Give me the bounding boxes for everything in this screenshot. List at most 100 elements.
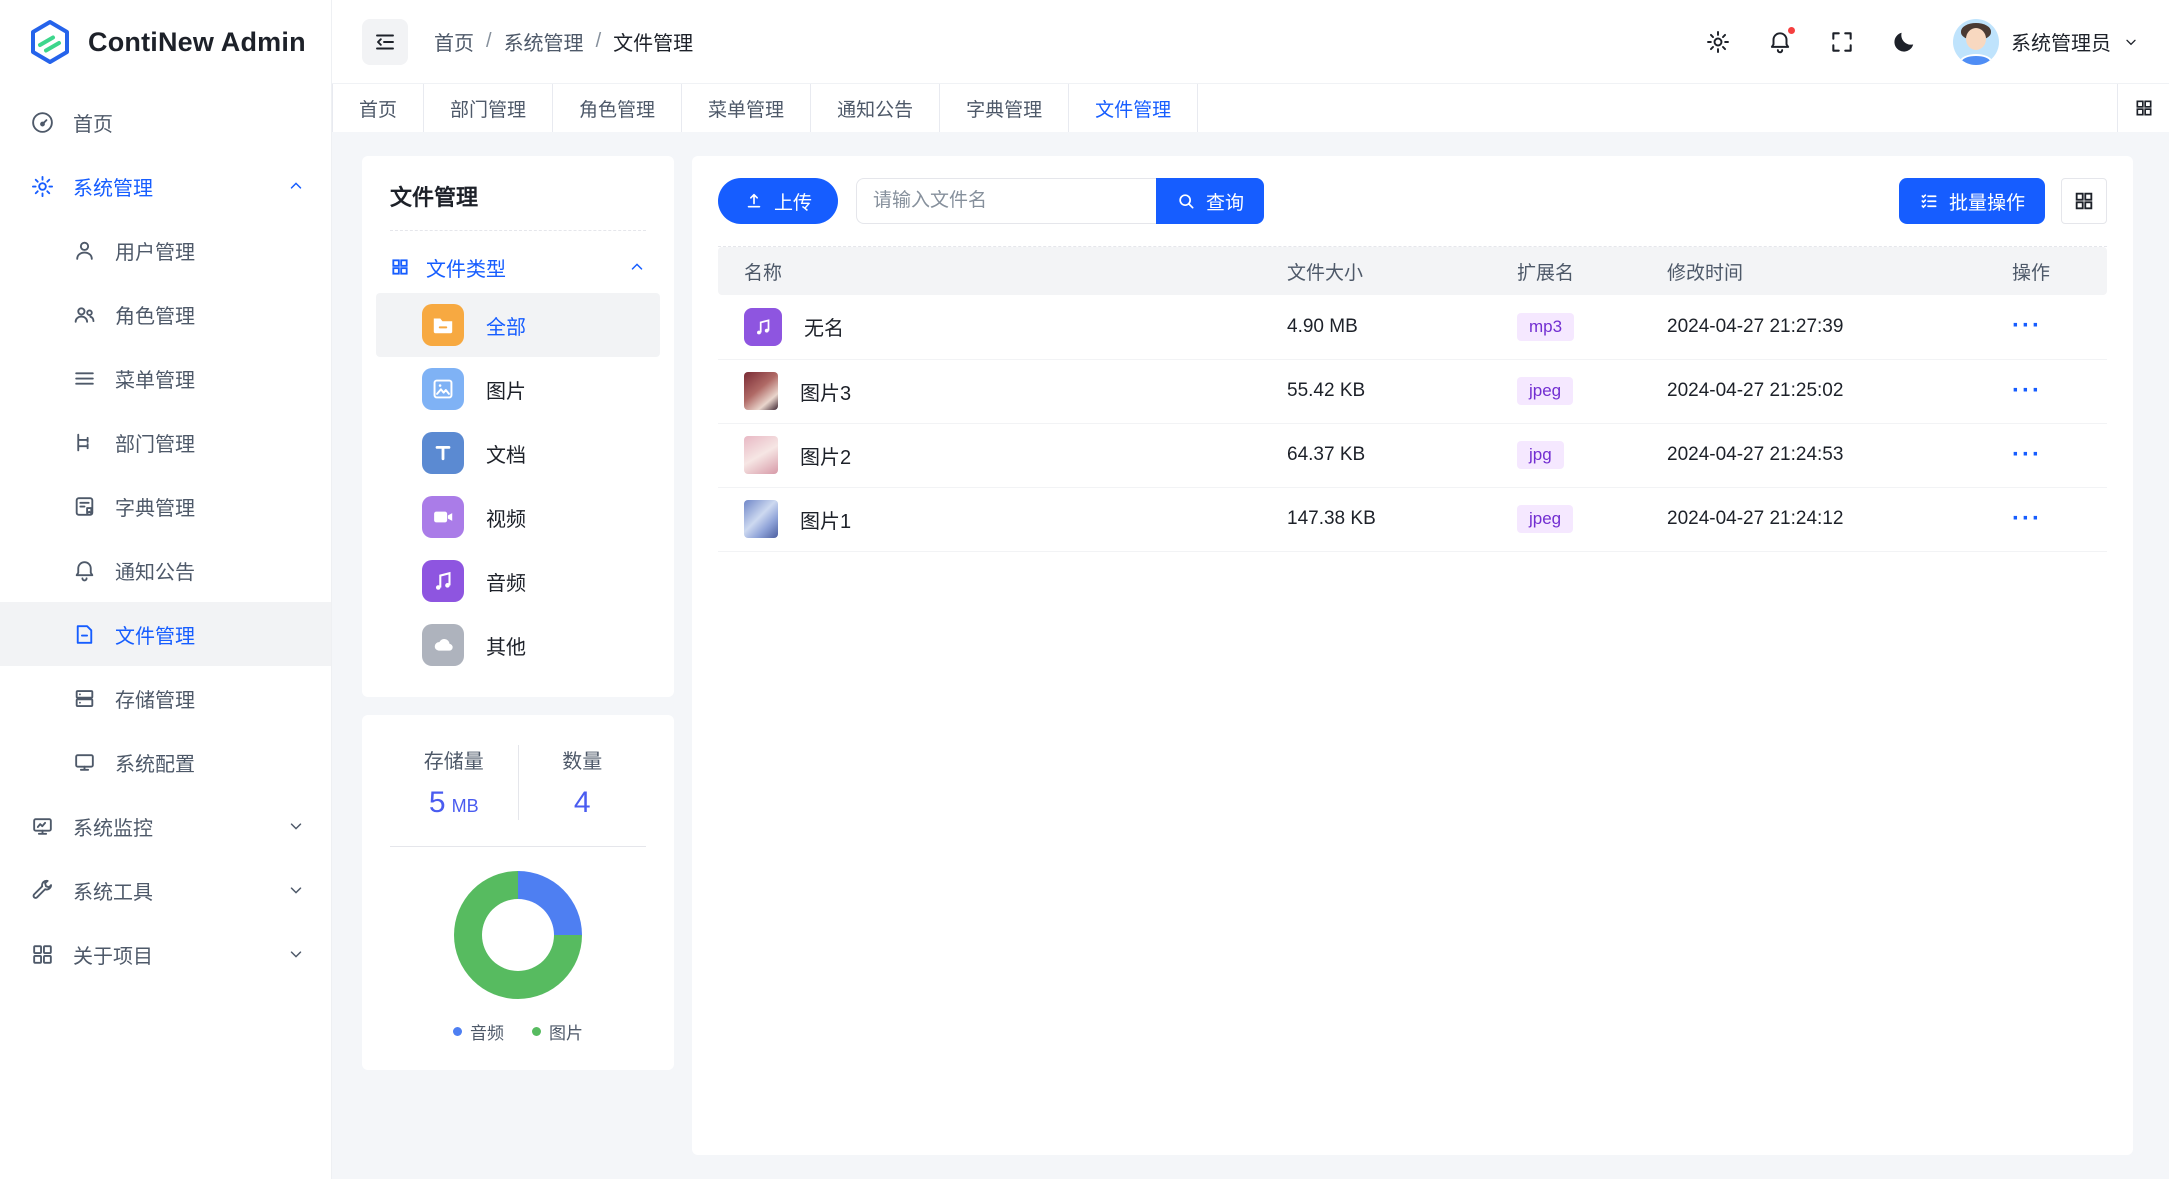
- file-modified: 2024-04-27 21:27:39: [1657, 295, 2002, 359]
- tab-role-mgmt[interactable]: 角色管理: [553, 84, 682, 132]
- query-button[interactable]: 查询: [1156, 178, 1264, 224]
- gear-icon: [30, 174, 55, 199]
- sidebar-item-storage-mgmt[interactable]: 存储管理: [0, 666, 331, 730]
- tab-dict-mgmt[interactable]: 字典管理: [940, 84, 1069, 132]
- breadcrumb-item[interactable]: 系统管理: [504, 27, 584, 56]
- sidebar-item-role-mgmt[interactable]: 角色管理: [0, 282, 331, 346]
- tab-menu-mgmt[interactable]: 菜单管理: [682, 84, 811, 132]
- file-type-other[interactable]: 其他: [376, 613, 660, 677]
- sidebar-item-dept-mgmt[interactable]: 部门管理: [0, 410, 331, 474]
- stats-row: 存储量 5MB 数量 4: [390, 745, 646, 820]
- table-header-row: 名称 文件大小 扩展名 修改时间 操作: [718, 247, 2107, 295]
- more-actions-icon[interactable]: ···: [2012, 312, 2042, 339]
- col-actions: 操作: [2002, 247, 2107, 295]
- col-ext: 扩展名: [1507, 247, 1657, 295]
- image-thumbnail: [744, 436, 778, 474]
- donut-chart: [454, 871, 582, 999]
- bell-icon: [72, 558, 97, 583]
- upload-label: 上传: [774, 188, 812, 215]
- dictionary-icon: [72, 494, 97, 519]
- tab-dept-mgmt[interactable]: 部门管理: [424, 84, 553, 132]
- col-modified: 修改时间: [1657, 247, 2002, 295]
- table-row[interactable]: 图片2 64.37 KB jpg 2024-04-27 21:24:53 ···: [718, 423, 2107, 487]
- grid-icon: [30, 942, 55, 967]
- batch-actions-button[interactable]: 批量操作: [1899, 178, 2045, 224]
- toolbar-right: 批量操作: [1899, 178, 2107, 224]
- server-icon: [72, 686, 97, 711]
- breadcrumb-item[interactable]: 首页: [434, 27, 474, 56]
- tab-home[interactable]: 首页: [332, 84, 424, 132]
- file-type-section-toggle[interactable]: 文件类型: [390, 245, 646, 289]
- settings-gear-icon[interactable]: [1705, 29, 1731, 55]
- file-modified: 2024-04-27 21:24:12: [1657, 487, 2002, 551]
- more-actions-icon[interactable]: ···: [2012, 441, 2042, 468]
- dark-mode-moon-icon[interactable]: [1891, 29, 1917, 55]
- chevron-up-icon: [287, 177, 305, 195]
- sidebar-item-file-mgmt[interactable]: 文件管理: [0, 602, 331, 666]
- more-actions-icon[interactable]: ···: [2012, 377, 2042, 404]
- file-type-donut-chart: [390, 871, 646, 999]
- chevron-up-icon: [628, 258, 646, 276]
- doc-t-icon: [422, 432, 464, 474]
- file-type-label: 其他: [486, 631, 526, 660]
- legend-item-image: 图片: [532, 1019, 583, 1044]
- audio-file-icon: [744, 308, 782, 346]
- file-type-label: 全部: [486, 311, 526, 340]
- image-icon: [422, 368, 464, 410]
- file-type-video[interactable]: 视频: [376, 485, 660, 549]
- checklist-icon: [1919, 191, 1939, 211]
- sidebar-item-user-mgmt[interactable]: 用户管理: [0, 218, 331, 282]
- count-value: 4: [574, 786, 591, 819]
- sidebar-item-system-config[interactable]: 系统配置: [0, 730, 331, 794]
- table-row[interactable]: 图片3 55.42 KB jpeg 2024-04-27 21:25:02 ··…: [718, 359, 2107, 423]
- file-type-audio[interactable]: 音频: [376, 549, 660, 613]
- table-row[interactable]: 无名 4.90 MB mp3 2024-04-27 21:27:39 ···: [718, 295, 2107, 359]
- sidebar-item-system-tools[interactable]: 系统工具: [0, 858, 331, 922]
- search-input[interactable]: [856, 178, 1156, 224]
- tab-actions-button[interactable]: [2117, 84, 2169, 132]
- tab-label: 首页: [359, 95, 397, 122]
- fullscreen-icon[interactable]: [1829, 29, 1855, 55]
- sidebar-item-about[interactable]: 关于项目: [0, 922, 331, 986]
- app-window: ContiNew Admin 首页 系统管理: [0, 0, 2169, 1179]
- legend-dot: [532, 1027, 541, 1036]
- sidebar-item-label: 部门管理: [115, 428, 305, 457]
- tab-file-mgmt[interactable]: 文件管理: [1069, 84, 1198, 132]
- sidebar-item-system-monitor[interactable]: 系统监控: [0, 794, 331, 858]
- menu-lines-icon: [72, 366, 97, 391]
- sidebar-item-label: 通知公告: [115, 556, 305, 585]
- tab-bar: 首页 部门管理 角色管理 菜单管理 通知公告 字典管理 文件管理: [332, 84, 2169, 132]
- file-list-panel: 上传 查询: [692, 156, 2133, 1155]
- ext-badge: jpg: [1517, 441, 1564, 469]
- sidebar-item-label: 字典管理: [115, 492, 305, 521]
- notification-bell-icon[interactable]: [1767, 29, 1793, 55]
- file-type-label: 音频: [486, 567, 526, 596]
- sidebar-collapse-button[interactable]: [362, 19, 408, 65]
- tab-notice[interactable]: 通知公告: [811, 84, 940, 132]
- upload-button[interactable]: 上传: [718, 178, 838, 224]
- sidebar-item-menu-mgmt[interactable]: 菜单管理: [0, 346, 331, 410]
- col-name: 名称: [718, 247, 1277, 295]
- file-type-image[interactable]: 图片: [376, 357, 660, 421]
- storage-stats-panel: 存储量 5MB 数量 4: [362, 715, 674, 1070]
- sidebar-item-dict-mgmt[interactable]: 字典管理: [0, 474, 331, 538]
- file-type-list: 全部 图片: [390, 293, 646, 677]
- sidebar-item-system-mgmt[interactable]: 系统管理: [0, 154, 331, 218]
- legend-label: 图片: [549, 1019, 583, 1044]
- left-column: 文件管理 文件类型: [362, 156, 674, 1155]
- sidebar-item-label: 系统监控: [73, 812, 269, 841]
- file-type-doc[interactable]: 文档: [376, 421, 660, 485]
- content-area: 文件管理 文件类型: [332, 132, 2169, 1179]
- monitor-chart-icon: [30, 814, 55, 839]
- more-actions-icon[interactable]: ···: [2012, 505, 2042, 532]
- sidebar-item-home[interactable]: 首页: [0, 90, 331, 154]
- toolbar: 上传 查询: [718, 178, 2107, 224]
- breadcrumb-separator: /: [486, 30, 492, 53]
- table-row[interactable]: 图片1 147.38 KB jpeg 2024-04-27 21:24:12 ·…: [718, 487, 2107, 551]
- file-name: 图片2: [800, 441, 851, 470]
- app-logo-icon: [26, 18, 74, 66]
- view-toggle-button[interactable]: [2061, 178, 2107, 224]
- user-menu[interactable]: 系统管理员: [1953, 19, 2139, 65]
- file-type-all[interactable]: 全部: [376, 293, 660, 357]
- sidebar-item-notice[interactable]: 通知公告: [0, 538, 331, 602]
